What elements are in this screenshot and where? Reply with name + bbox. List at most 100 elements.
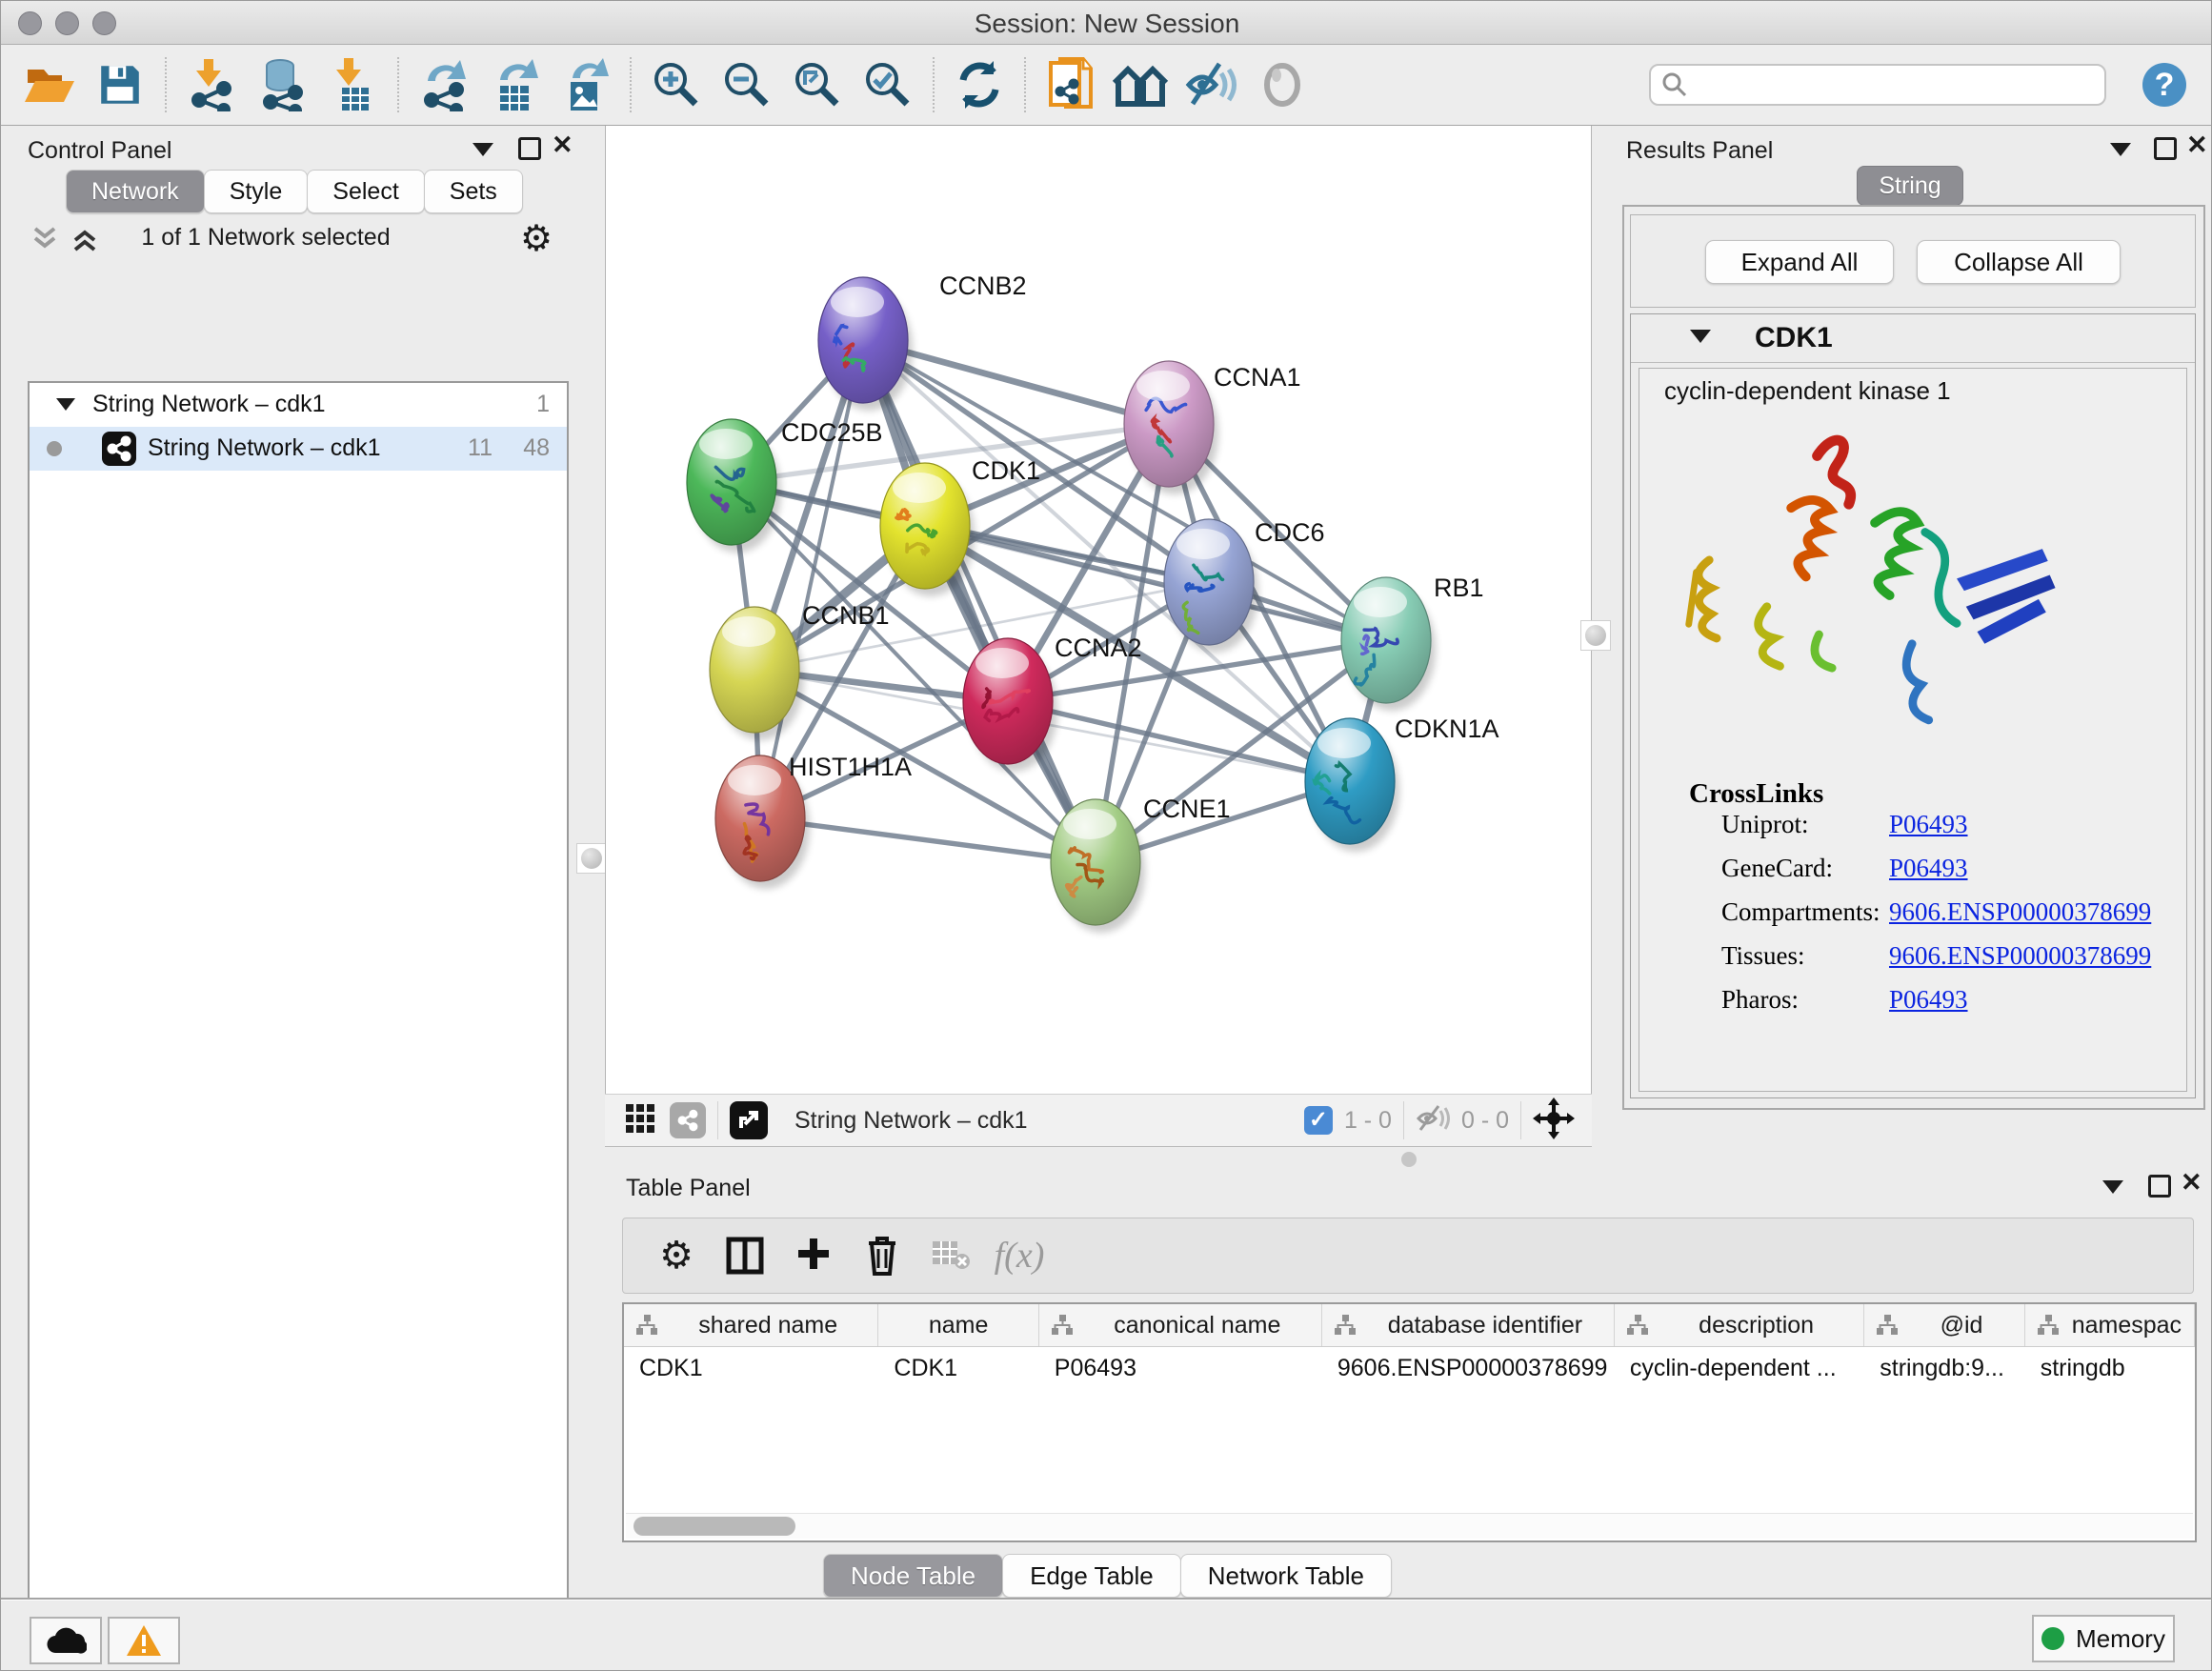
tab-style[interactable]: Style	[204, 170, 309, 213]
network-label: String Network – cdk1	[148, 434, 381, 462]
tab-sets[interactable]: Sets	[424, 170, 523, 213]
tab-node-table[interactable]: Node Table	[823, 1554, 1003, 1598]
selected-checkbox-icon[interactable]: ✓	[1304, 1106, 1333, 1135]
warning-status-button[interactable]	[108, 1617, 180, 1664]
column-header-shared-name[interactable]: shared name	[624, 1304, 878, 1346]
hide-nodes-icon[interactable]	[1176, 53, 1247, 116]
table-panel-float-icon[interactable]	[2148, 1175, 2171, 1198]
grid-view-icon[interactable]	[626, 1104, 654, 1137]
collection-disclosure-icon[interactable]	[56, 398, 75, 411]
cloud-status-button[interactable]	[30, 1617, 102, 1664]
node-label-CCNE1: CCNE1	[1143, 795, 1231, 823]
import-table-icon[interactable]	[317, 53, 388, 116]
table-options-gear-icon[interactable]: ⚙	[642, 1234, 711, 1278]
string-network-badge-icon	[102, 432, 136, 466]
zoom-fit-icon[interactable]	[782, 53, 853, 116]
search-input[interactable]	[1649, 64, 2106, 106]
help-icon[interactable]: ?	[2129, 53, 2200, 116]
window-title: Session: New Session	[1, 9, 2212, 39]
crosslink-label: GeneCard:	[1721, 854, 1833, 883]
show-nodes-icon[interactable]	[1247, 53, 1317, 116]
control-panel-close-icon[interactable]: ✕	[552, 131, 573, 160]
expand-all-button[interactable]: Expand All	[1705, 240, 1894, 284]
left-splitter-handle[interactable]	[576, 843, 607, 874]
crosslink-link[interactable]: 9606.ENSP00000378699	[1889, 897, 2151, 927]
results-panel-title: Results Panel	[1626, 137, 1773, 165]
table-cell[interactable]: 9606.ENSP00000378699	[1322, 1347, 1615, 1389]
table-cell[interactable]: P06493	[1039, 1347, 1322, 1389]
control-panel-float-icon[interactable]	[518, 137, 541, 160]
crosslink-link[interactable]: P06493	[1889, 854, 1968, 883]
network-edge-CCNB2-HIST1H1A[interactable]	[760, 340, 863, 818]
zoom-in-icon[interactable]	[641, 53, 712, 116]
collapse-all-button[interactable]: Collapse All	[1917, 240, 2121, 284]
table-row[interactable]: CDK1CDK1P064939606.ENSP00000378699cyclin…	[624, 1347, 2195, 1389]
show-columns-icon[interactable]	[711, 1237, 779, 1275]
table-panel-collapse-icon[interactable]	[2102, 1180, 2123, 1194]
tab-edge-table[interactable]: Edge Table	[1002, 1554, 1181, 1598]
open-in-window-icon[interactable]	[730, 1101, 768, 1139]
gene-description: cyclin-dependent kinase 1	[1664, 376, 1951, 406]
memory-button[interactable]: Memory	[2032, 1615, 2175, 1662]
delete-column-icon[interactable]	[848, 1236, 916, 1276]
column-header-@id[interactable]: @id	[1864, 1304, 2024, 1346]
gene-section-header[interactable]: CDK1	[1631, 314, 2195, 363]
export-image-icon[interactable]	[550, 53, 620, 116]
network-collection-row[interactable]: String Network – cdk1 1	[30, 383, 567, 427]
open-session-icon[interactable]	[14, 53, 85, 116]
column-header-name[interactable]: name	[878, 1304, 1038, 1346]
table-cell[interactable]: cyclin-dependent ...	[1615, 1347, 1864, 1389]
network-canvas[interactable]: CCNB2CCNA1CDC25BCDK1CDC6RB1CCNB1CCNA2HIS…	[605, 126, 1592, 1094]
export-table-icon[interactable]	[479, 53, 550, 116]
tab-select[interactable]: Select	[307, 170, 424, 213]
table-cell[interactable]: CDK1	[878, 1347, 1038, 1389]
string-home-icon[interactable]	[1106, 53, 1176, 116]
results-panel-collapse-icon[interactable]	[2110, 143, 2131, 156]
import-network-icon[interactable]	[176, 53, 247, 116]
birds-eye-view-icon[interactable]	[1533, 1097, 1575, 1144]
node-gloss	[1317, 728, 1371, 758]
create-column-icon[interactable]	[779, 1237, 848, 1275]
node-label-CDKN1A: CDKN1A	[1395, 715, 1499, 743]
table-cell[interactable]: stringdb:9...	[1864, 1347, 2024, 1389]
table-horizontal-scrollbar[interactable]	[626, 1513, 2193, 1539]
scrollbar-thumb[interactable]	[633, 1517, 795, 1536]
column-header-namespac[interactable]: namespac	[2025, 1304, 2195, 1346]
memory-status-icon	[2041, 1627, 2064, 1650]
column-tree-icon	[635, 1315, 658, 1336]
network-edge-HIST1H1A-CCNE1[interactable]	[760, 818, 1096, 862]
import-network-from-database-icon[interactable]	[247, 53, 317, 116]
column-header-description[interactable]: description	[1615, 1304, 1864, 1346]
crosslink-link[interactable]: P06493	[1889, 810, 1968, 839]
results-panel-float-icon[interactable]	[2154, 137, 2177, 160]
tab-network[interactable]: Network	[66, 170, 205, 213]
refresh-icon[interactable]	[944, 53, 1015, 116]
table-header-row[interactable]: shared namenamecanonical namedatabase id…	[624, 1304, 2195, 1347]
hidden-eye-icon[interactable]	[1416, 1103, 1452, 1138]
node-table: shared namenamecanonical namedatabase id…	[622, 1302, 2197, 1542]
control-panel-collapse-icon[interactable]	[473, 143, 493, 156]
gene-disclosure-icon[interactable]	[1690, 330, 1711, 343]
table-panel-close-icon[interactable]: ✕	[2181, 1168, 2202, 1198]
string-document-icon[interactable]	[1036, 53, 1106, 116]
tab-string[interactable]: String	[1857, 166, 1963, 206]
horizontal-splitter-handle[interactable]	[1401, 1152, 1417, 1167]
network-row-selected[interactable]: String Network – cdk1 11 48	[30, 427, 567, 471]
crosslink-link[interactable]: P06493	[1889, 985, 1968, 1015]
network-graph[interactable]: CCNB2CCNA1CDC25BCDK1CDC6RB1CCNB1CCNA2HIS…	[606, 126, 1591, 1094]
table-cell[interactable]: stringdb	[2025, 1347, 2195, 1389]
tab-network-table[interactable]: Network Table	[1180, 1554, 1392, 1598]
network-options-gear-icon[interactable]: ⚙	[520, 217, 553, 260]
string-view-icon[interactable]	[670, 1102, 706, 1138]
crosslink-label: Compartments:	[1721, 897, 1880, 927]
table-cell[interactable]: CDK1	[624, 1347, 878, 1389]
zoom-selected-icon[interactable]	[853, 53, 923, 116]
crosslink-link[interactable]: 9606.ENSP00000378699	[1889, 941, 2151, 971]
save-session-icon[interactable]	[85, 53, 155, 116]
export-network-icon[interactable]	[409, 53, 479, 116]
column-header-database-identifier[interactable]: database identifier	[1322, 1304, 1615, 1346]
column-header-canonical-name[interactable]: canonical name	[1039, 1304, 1322, 1346]
results-panel-close-icon[interactable]: ✕	[2186, 131, 2208, 160]
memory-label: Memory	[2076, 1624, 2165, 1654]
zoom-out-icon[interactable]	[712, 53, 782, 116]
